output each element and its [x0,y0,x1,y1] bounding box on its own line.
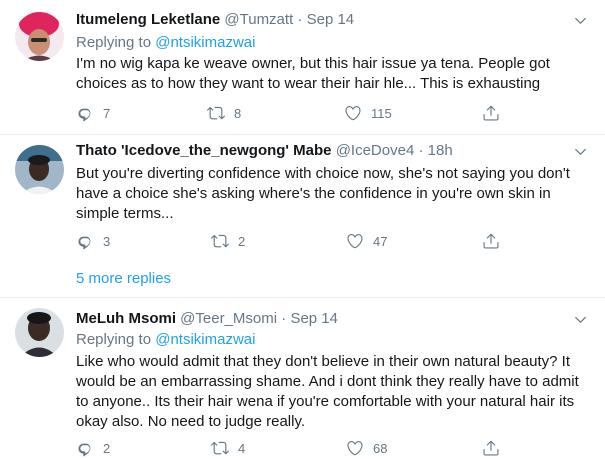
tweet-text-line: would be an embarrassing shame. And i do… [76,373,579,390]
share-icon [482,439,500,457]
like-button[interactable]: 115 [344,103,392,123]
reply-icon [76,232,94,250]
chevron-down-icon[interactable] [571,11,589,29]
tweet-actions: 3 2 47 [76,231,516,251]
timestamp[interactable]: Sep 14 [290,310,338,327]
chevron-down-icon[interactable] [571,142,589,160]
tweet-text-line: okay also. No need to judge really. [76,413,306,430]
tweet-text-line: I'm no wig kapa ke weave owner, but this… [76,55,550,72]
tweet-text-line: Like who would admit that they don't bel… [76,353,570,370]
tweet-text: Like who would admit that they don't bel… [76,352,596,432]
retweet-count: 2 [238,233,246,249]
reply-icon [76,104,94,122]
tweet-text-line: have a choice she's asking where's the c… [76,185,551,202]
handle[interactable]: @Tumzatt [224,11,293,28]
tweet-text-line: to anyone.. Its their hair wena if you'r… [76,393,575,410]
tweet-text-line: But you're diverting confidence with cho… [76,165,570,182]
retweet-button[interactable]: 2 [211,231,245,251]
share-button[interactable] [482,231,500,251]
separator: · [297,11,303,28]
share-icon [482,232,500,250]
tweet[interactable]: MeLuh Msomi @Teer_Msomi · Sep 14 Replyin… [0,298,605,459]
mention-link[interactable]: @ntsikimazwai [155,34,255,51]
reply-button[interactable]: 3 [76,231,110,251]
share-icon [482,104,500,122]
heart-icon [346,439,364,457]
avatar[interactable] [15,145,64,194]
reply-button[interactable]: 2 [76,438,110,458]
tweet[interactable]: Itumeleng Leketlane @Tumzatt · Sep 14 Re… [0,0,605,130]
retweet-button[interactable]: 8 [207,103,241,123]
share-button[interactable] [482,103,500,123]
chevron-down-icon[interactable] [571,310,589,328]
handle[interactable]: @IceDove4 [336,142,415,159]
tweet-text-line: simple terms... [76,205,174,222]
like-count: 115 [371,105,392,121]
like-button[interactable]: 47 [346,231,387,251]
like-count: 68 [373,440,388,456]
more-replies-link[interactable]: 5 more replies [76,269,171,289]
retweet-icon [211,232,229,250]
retweet-button[interactable]: 4 [211,438,245,458]
avatar[interactable] [15,308,64,357]
mention-link[interactable]: @ntsikimazwai [155,331,255,348]
display-name[interactable]: Itumeleng Leketlane [76,11,220,28]
reply-icon [76,439,94,457]
reply-count: 2 [103,440,111,456]
retweet-count: 4 [238,440,246,456]
handle[interactable]: @Teer_Msomi [180,310,277,327]
tweet-actions: 2 4 68 [76,438,516,458]
display-name[interactable]: MeLuh Msomi [76,310,176,327]
heart-icon [344,104,362,122]
reply-count: 7 [103,105,111,121]
display-name[interactable]: Thato 'Icedove_the_newgong' Mabe [76,142,332,159]
tweet-text: But you're diverting confidence with cho… [76,164,591,224]
share-button[interactable] [482,438,500,458]
reply-button[interactable]: 7 [76,103,110,123]
retweet-icon [211,439,229,457]
tweet-actions: 7 8 115 [76,103,516,123]
retweet-count: 8 [234,105,242,121]
reply-count: 3 [103,233,111,249]
timestamp[interactable]: 18h [428,142,453,159]
heart-icon [346,232,364,250]
replying-to-label: Replying to [76,34,152,51]
replying-to-label: Replying to [76,331,152,348]
tweet-text-line: choices as to how they want to wear thei… [76,75,541,92]
like-count: 47 [373,233,388,249]
avatar[interactable] [15,12,64,61]
retweet-icon [207,104,225,122]
like-button[interactable]: 68 [346,438,387,458]
separator: · [281,310,287,327]
separator: · [418,142,424,159]
timestamp[interactable]: Sep 14 [307,11,355,28]
tweet-text: I'm no wig kapa ke weave owner, but this… [76,54,586,94]
